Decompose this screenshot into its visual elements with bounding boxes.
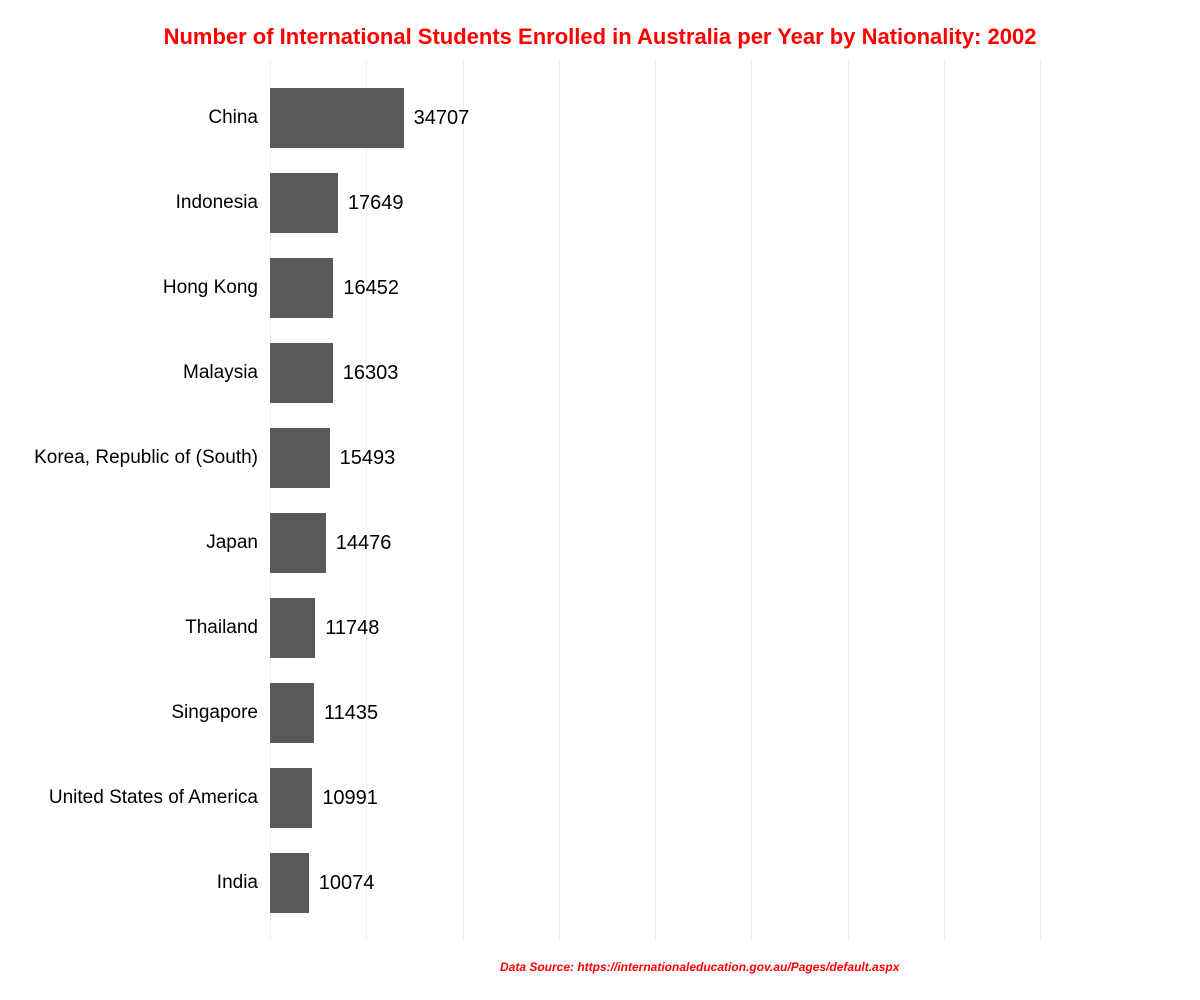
bar-value-label: 10074 [319,853,375,913]
bar [270,598,315,658]
bar-value-label: 11748 [325,598,379,658]
bar-value-label: 15493 [340,428,396,488]
plot-area: 3470717649 16452 16303 15493 14476 11748 11435… [270,60,1040,940]
y-tick-label: Thailand [0,598,258,658]
bar [270,428,330,488]
chart-title: Number of International Students Enrolle… [0,24,1200,50]
y-tick-label: Korea, Republic of (South) [0,428,258,488]
y-tick-label: Japan [0,513,258,573]
bar-value-label: 14476 [336,513,392,573]
y-tick-label: United States of America [0,768,258,828]
gridline [559,60,560,940]
gridline [1040,60,1041,940]
y-tick-label: Hong Kong [0,258,258,318]
y-tick-label: China [0,88,258,148]
source-note: Data Source: https://internationaleducat… [500,960,899,974]
bar [270,683,314,743]
bar [270,768,312,828]
bar [270,853,309,913]
gridline [463,60,464,940]
y-tick-label: India [0,853,258,913]
bar-value-label: 10991 [322,768,378,828]
gridline [751,60,752,940]
bar-value-label: 16452 [343,258,399,318]
bar-value-label: 11435 [324,683,378,743]
bar [270,258,333,318]
bar-value-label: 16303 [343,343,399,403]
bar-value-label: 17649 [348,173,404,233]
bar [270,513,326,573]
y-tick-label: Malaysia [0,343,258,403]
bar [270,88,404,148]
bar-value-label: 34707 [414,88,470,148]
chart-container: Number of International Students Enrolle… [0,0,1200,1000]
gridline [944,60,945,940]
gridline [655,60,656,940]
y-tick-label: Singapore [0,683,258,743]
gridline [848,60,849,940]
bar [270,173,338,233]
bar [270,343,333,403]
y-tick-label: Indonesia [0,173,258,233]
